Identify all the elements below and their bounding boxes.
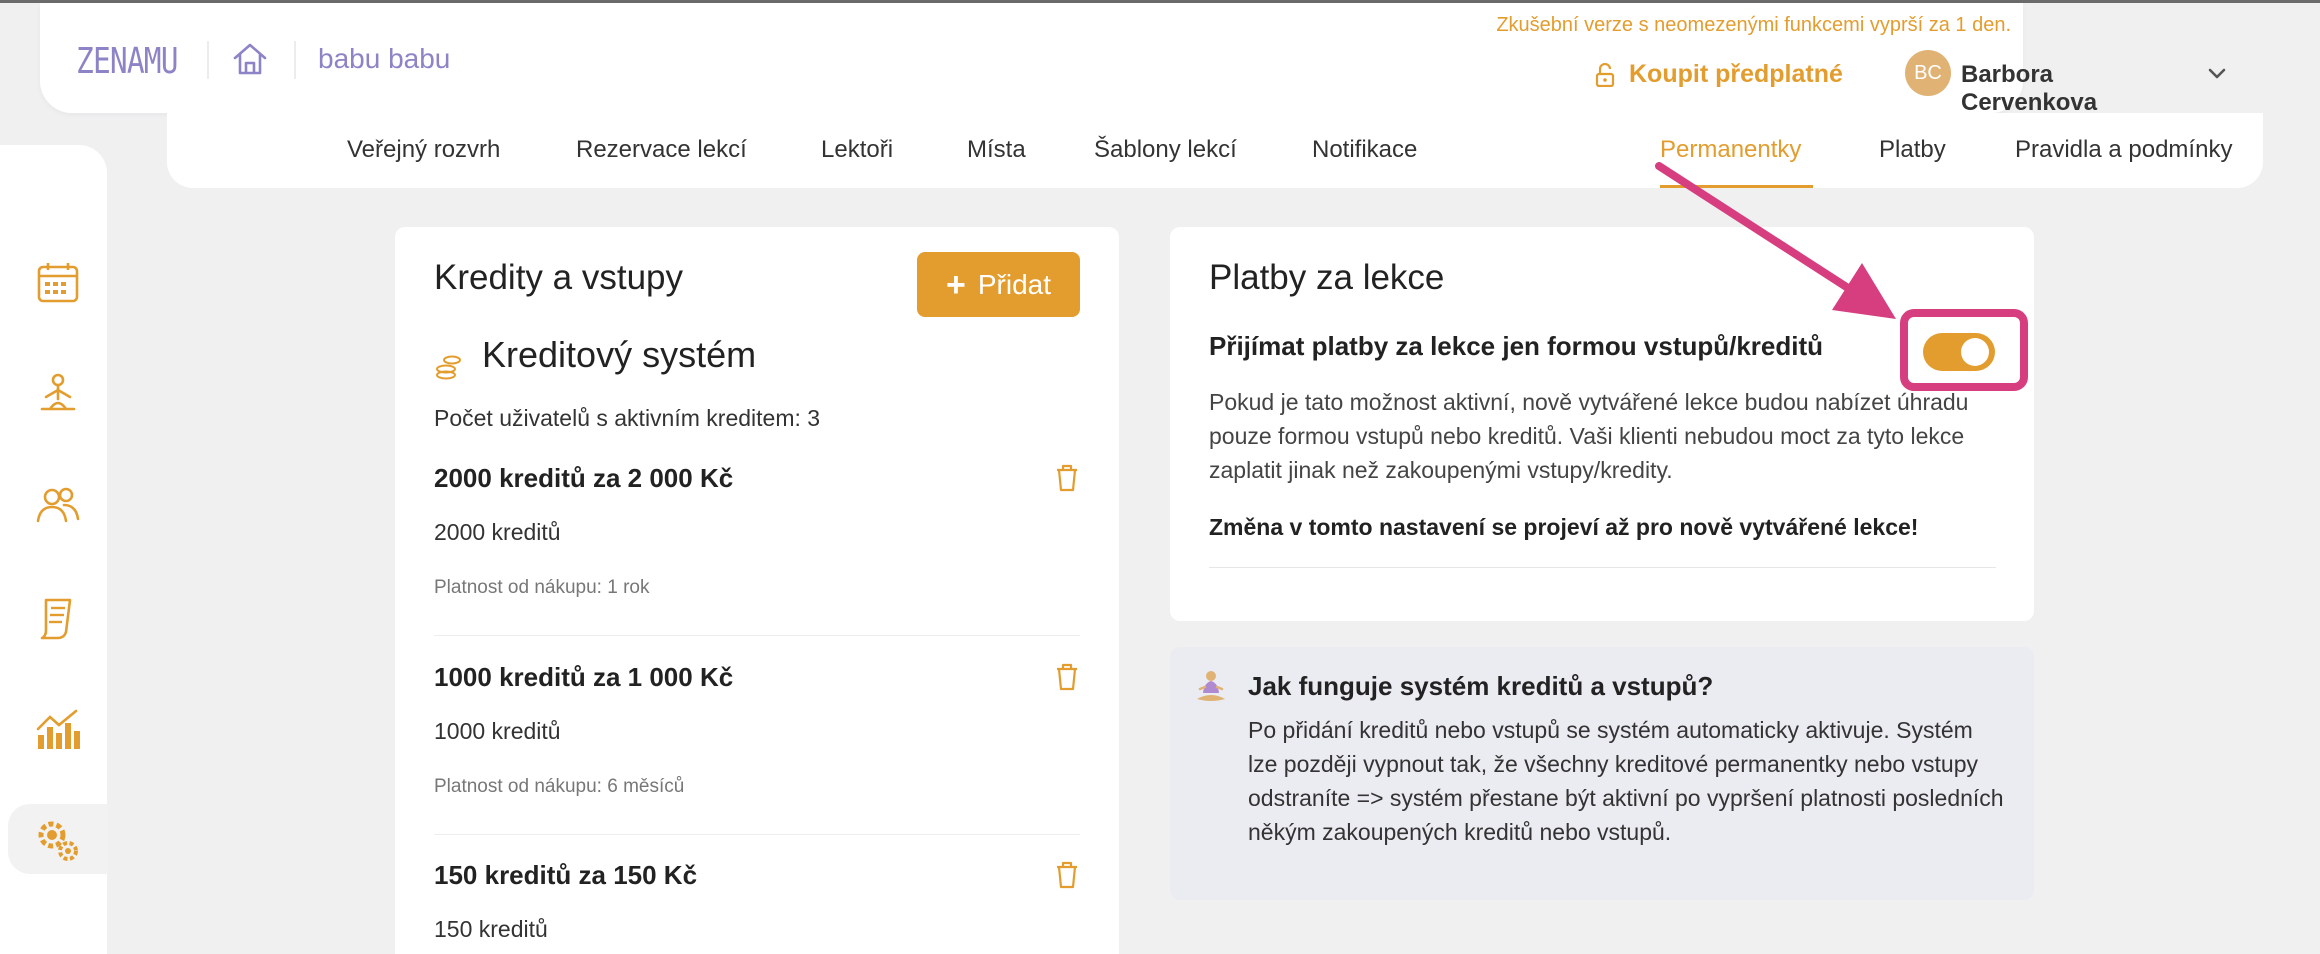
credit-package-title: 2000 kreditů za 2 000 Kč bbox=[434, 463, 734, 493]
add-button-label: Přidat bbox=[977, 268, 1051, 300]
info-body: Po přidání kreditů nebo vstupů se systém… bbox=[1248, 717, 2004, 845]
buy-subscription-label: Koupit předplatné bbox=[1629, 60, 1843, 88]
active-users-count: Počet uživatelů s aktivním kreditem: 3 bbox=[434, 405, 821, 431]
trash-icon[interactable] bbox=[1054, 662, 1080, 692]
toggle-label: Přijímat platby za lekce jen formou vstu… bbox=[1209, 331, 1824, 361]
meditation-icon bbox=[1197, 671, 1225, 701]
credits-panel: Kredity a vstupy + Přidat Kreditový syst… bbox=[395, 227, 1119, 954]
trash-icon[interactable] bbox=[1054, 463, 1080, 493]
tab-places[interactable]: Místa bbox=[967, 136, 1026, 164]
calendar-icon[interactable] bbox=[32, 257, 84, 309]
trial-notice: Zkušební verze s neomezenými funkcemi vy… bbox=[1496, 14, 2011, 36]
workspace-name[interactable]: babu babu bbox=[318, 43, 450, 75]
credit-validity: Platnost od nákupu: 6 měsíců bbox=[434, 776, 685, 797]
yoga-icon[interactable] bbox=[32, 369, 84, 421]
info-box: Jak funguje systém kreditů a vstupů? Po … bbox=[1170, 647, 2034, 900]
tab-reservations[interactable]: Rezervace lekcí bbox=[576, 136, 747, 164]
tab-notifications[interactable]: Notifikace bbox=[1312, 136, 1417, 164]
tab-terms[interactable]: Pravidla a podmínky bbox=[2015, 136, 2232, 164]
credits-title: Kredity a vstupy bbox=[434, 258, 683, 297]
annotation-highlight-box bbox=[1900, 309, 2028, 391]
toggle-description: Pokud je tato možnost aktivní, nově vytv… bbox=[1209, 389, 1969, 483]
credit-package-title: 150 kreditů za 150 Kč bbox=[434, 860, 698, 890]
active-tab-indicator bbox=[1660, 185, 1813, 188]
payments-panel: Platby za lekce Přijímat platby za lekce… bbox=[1170, 227, 2034, 621]
tab-payments[interactable]: Platby bbox=[1879, 136, 1946, 164]
payments-title: Platby za lekce bbox=[1209, 258, 1445, 297]
plus-icon: + bbox=[945, 265, 966, 304]
buy-subscription-button[interactable]: Koupit předplatné bbox=[1595, 60, 1843, 89]
credit-amount: 2000 kreditů bbox=[434, 519, 561, 545]
tab-lesson-templates[interactable]: Šablony lekcí bbox=[1094, 136, 1237, 164]
zenamu-logo[interactable]: ZENAMU bbox=[76, 41, 179, 82]
credit-amount: 1000 kreditů bbox=[434, 718, 561, 744]
info-title: Jak funguje systém kreditů a vstupů? bbox=[1248, 671, 1714, 701]
divider bbox=[434, 834, 1080, 835]
trash-icon[interactable] bbox=[1054, 860, 1080, 890]
credit-package-title: 1000 kreditů za 1 000 Kč bbox=[434, 662, 734, 692]
setting-warning: Změna v tomto nastavení se projeví až pr… bbox=[1209, 514, 1919, 540]
header-divider bbox=[294, 41, 296, 79]
users-icon[interactable] bbox=[32, 479, 84, 531]
chevron-down-icon[interactable] bbox=[2207, 67, 2227, 81]
top-header: ZENAMU babu babu Zkušební verze s neomez… bbox=[40, 3, 2226, 116]
credits-only-toggle[interactable] bbox=[1923, 333, 1995, 371]
unlock-icon bbox=[1595, 62, 1615, 87]
tab-instructors[interactable]: Lektoři bbox=[821, 136, 893, 164]
tab-passes[interactable]: Permanentky bbox=[1660, 136, 1801, 164]
home-icon[interactable] bbox=[230, 39, 270, 79]
credit-validity: Platnost od nákupu: 1 rok bbox=[434, 577, 650, 598]
header-divider bbox=[207, 41, 209, 79]
toggle-knob bbox=[1961, 338, 1989, 366]
chart-icon[interactable] bbox=[32, 703, 84, 755]
credit-system-title: Kreditový systém bbox=[482, 334, 757, 375]
add-button[interactable]: + Přidat bbox=[917, 252, 1080, 317]
divider bbox=[434, 635, 1080, 636]
settings-icon[interactable] bbox=[32, 815, 84, 867]
sidebar bbox=[0, 145, 108, 954]
document-icon[interactable] bbox=[32, 592, 84, 644]
divider bbox=[1209, 567, 1996, 568]
settings-nav: Veřejný rozvrh Rezervace lekcí Lektoři M… bbox=[167, 113, 2263, 188]
avatar[interactable]: BC bbox=[1905, 50, 1951, 96]
coins-icon bbox=[436, 355, 461, 380]
tab-public-schedule[interactable]: Veřejný rozvrh bbox=[347, 136, 500, 164]
credit-amount: 150 kreditů bbox=[434, 916, 548, 942]
user-name[interactable]: Barbora Cervenkova bbox=[1961, 61, 2097, 117]
